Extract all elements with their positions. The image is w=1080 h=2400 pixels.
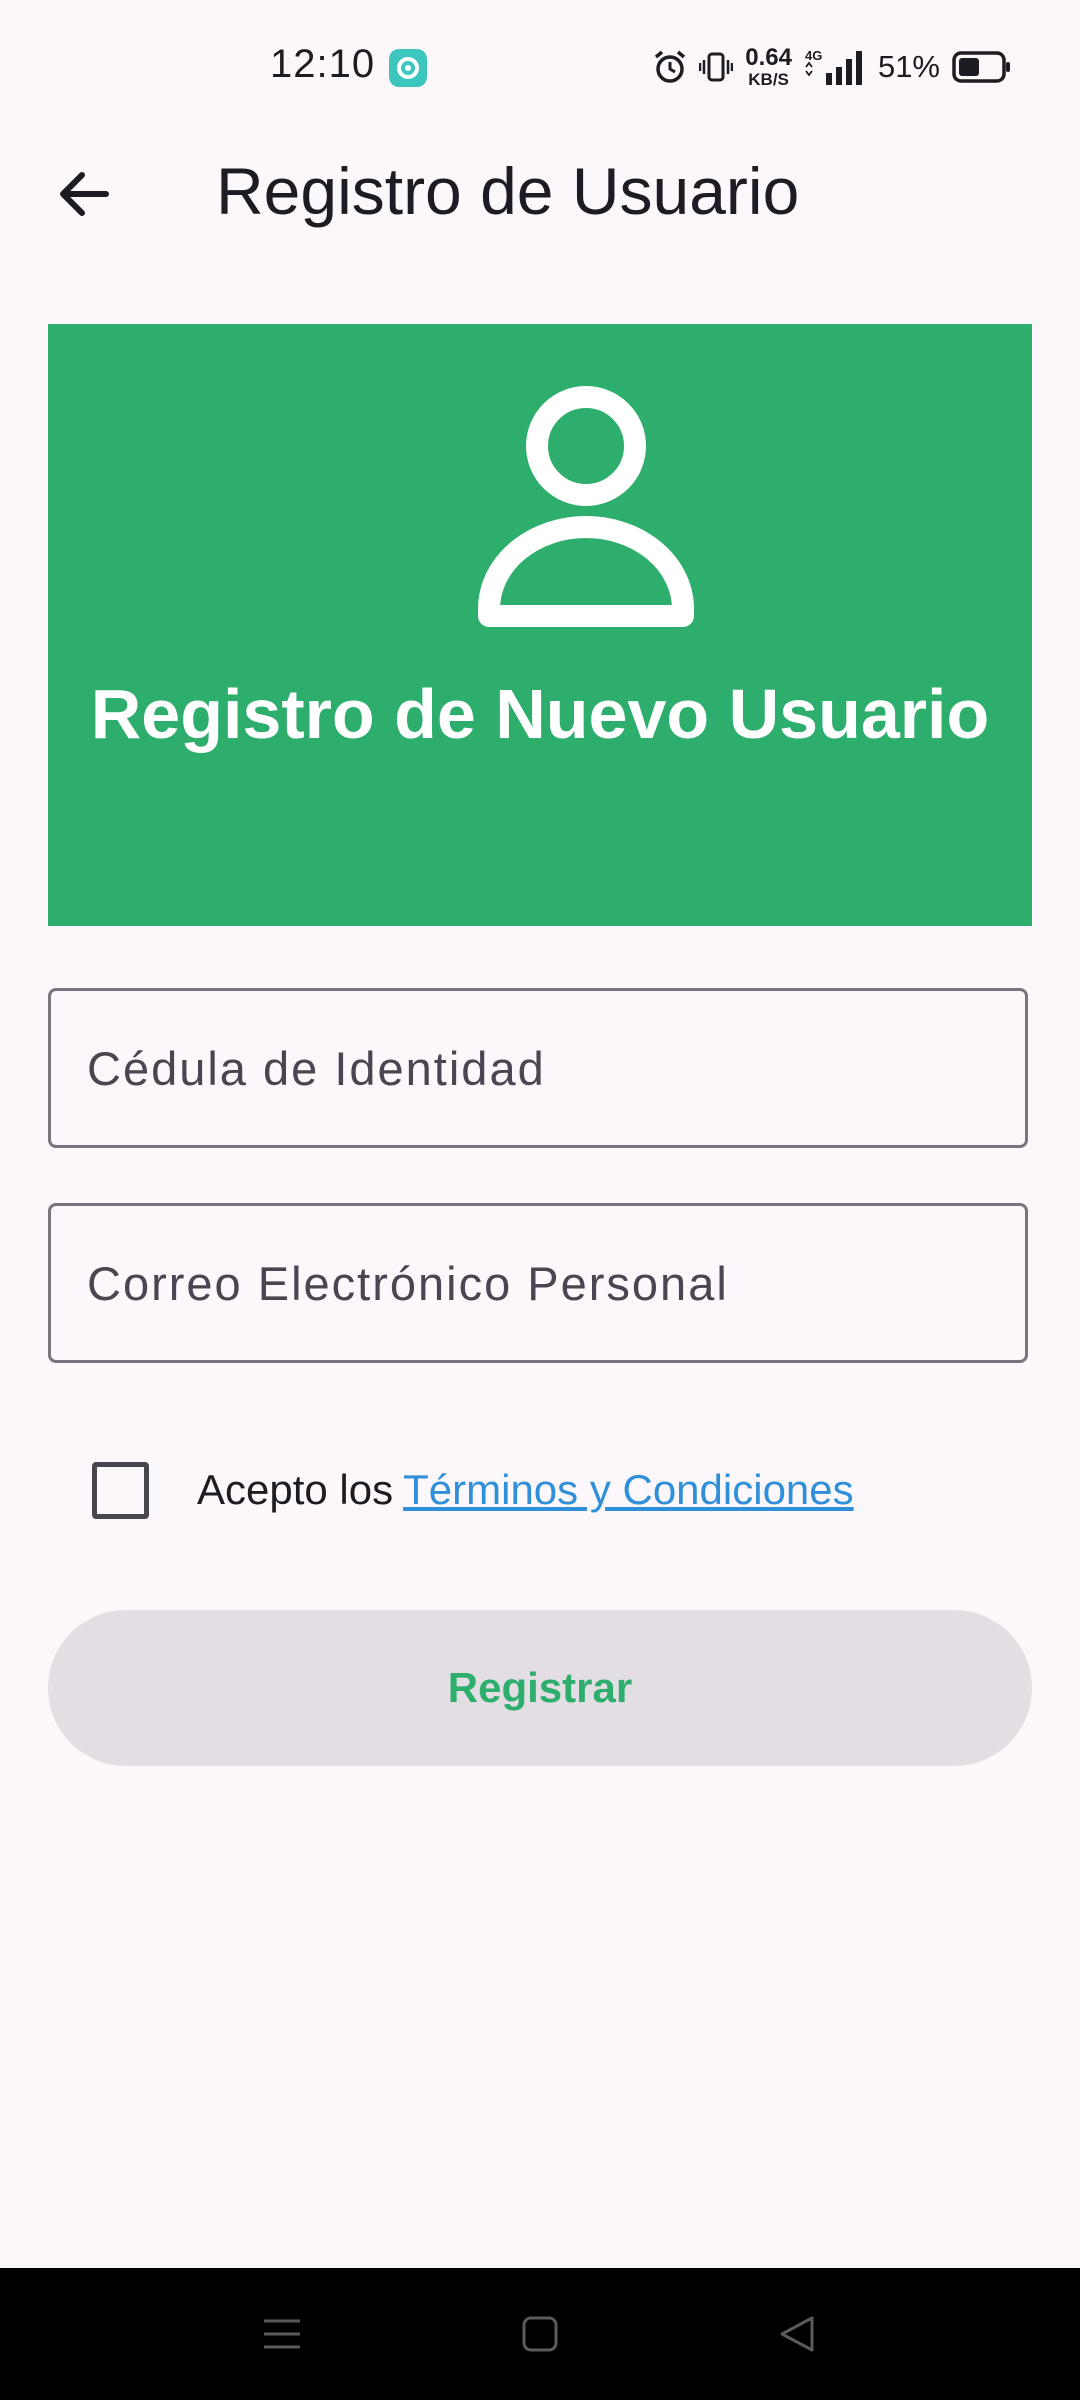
terms-row: Acepto los Términos y Condiciones bbox=[92, 1461, 854, 1519]
network-speed-unit: KB/S bbox=[748, 70, 789, 89]
status-icons: 0.64 KB/S 4G 51% bbox=[653, 44, 1012, 90]
battery-percent: 51% bbox=[877, 49, 940, 84]
email-input[interactable] bbox=[51, 1206, 1025, 1360]
network-type: 4G bbox=[805, 48, 822, 63]
email-field[interactable] bbox=[48, 1203, 1028, 1363]
network-speed: 0.64 KB/S bbox=[745, 44, 792, 89]
alarm-icon bbox=[653, 49, 687, 85]
cedula-input[interactable] bbox=[51, 991, 1025, 1145]
navigation-bar bbox=[0, 2268, 1080, 2400]
back-triangle-icon[interactable] bbox=[768, 2304, 828, 2364]
menu-icon[interactable] bbox=[252, 2304, 312, 2364]
page-title: Registro de Usuario bbox=[216, 154, 800, 228]
terms-link[interactable]: Términos y Condiciones bbox=[403, 1466, 854, 1514]
status-bar: 12:10 0.64 KB/S 4G 51% bbox=[0, 0, 1080, 132]
home-icon[interactable] bbox=[510, 2304, 570, 2364]
network-speed-value: 0.64 bbox=[745, 44, 792, 71]
person-icon bbox=[478, 384, 694, 640]
signal-icon: 4G bbox=[804, 47, 866, 87]
status-time: 12:10 bbox=[270, 42, 376, 86]
register-button[interactable]: Registrar bbox=[48, 1610, 1032, 1766]
register-button-label: Registrar bbox=[447, 1664, 633, 1711]
header-title: Registro de Nuevo Usuario bbox=[90, 675, 990, 753]
terms-text: Acepto los bbox=[197, 1466, 394, 1513]
terms-checkbox[interactable] bbox=[92, 1461, 149, 1519]
app-notification-icon bbox=[389, 49, 427, 87]
cedula-field[interactable] bbox=[48, 988, 1028, 1148]
arrow-back-icon bbox=[56, 166, 112, 227]
app-bar: Registro de Usuario bbox=[0, 132, 1080, 252]
registration-screen: 12:10 0.64 KB/S 4G 51% Registro de Usuar… bbox=[0, 0, 1080, 2400]
header-card: Registro de Nuevo Usuario bbox=[48, 324, 1032, 926]
vibrate-icon bbox=[699, 50, 734, 84]
back-button[interactable] bbox=[48, 160, 120, 232]
battery-icon bbox=[952, 50, 1012, 84]
